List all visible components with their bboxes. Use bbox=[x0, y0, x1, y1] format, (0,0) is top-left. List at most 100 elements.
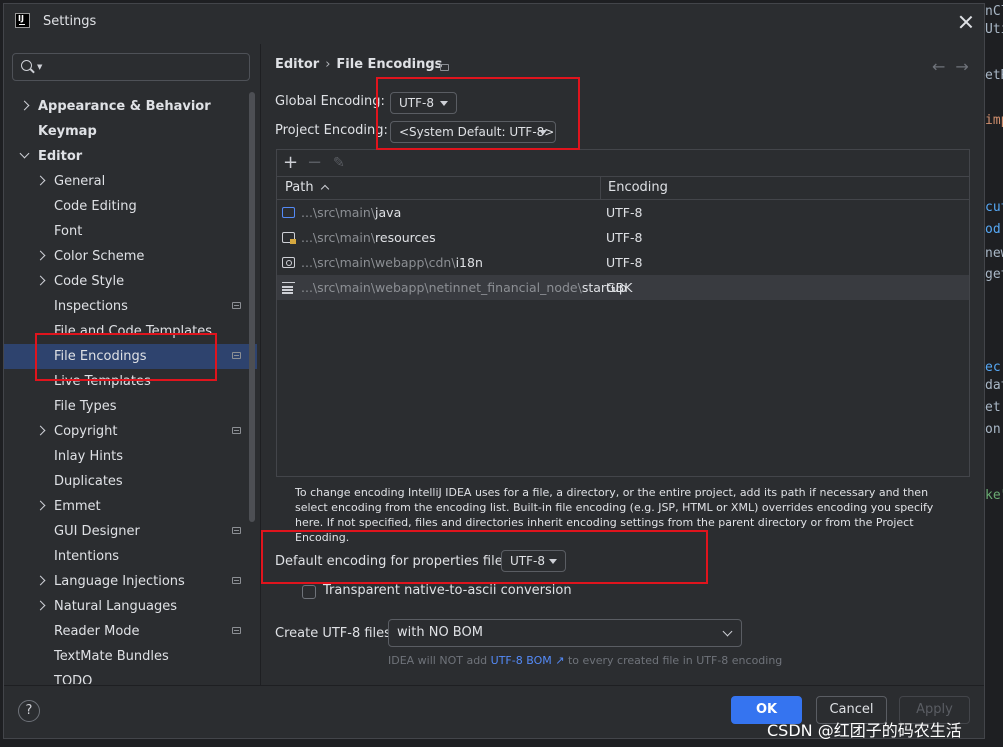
sidebar-item-label: Code Editing bbox=[54, 199, 137, 214]
utf8-bom-link[interactable]: UTF-8 BOM ↗ bbox=[491, 654, 565, 667]
navigation-arrows: ←→ bbox=[932, 57, 979, 76]
row-path: ...\src\main\webapp\netinnet_financial_n… bbox=[301, 275, 627, 300]
properties-encoding-dropdown[interactable]: UTF-8 bbox=[501, 550, 566, 572]
chevron-right-icon[interactable] bbox=[35, 275, 46, 286]
project-scope-icon bbox=[232, 527, 241, 534]
text-file-icon bbox=[282, 282, 295, 294]
dropdown-arrow-icon bbox=[549, 559, 557, 564]
chevron-right-icon[interactable] bbox=[35, 575, 46, 586]
table-row[interactable]: ...\src\main\java UTF-8 bbox=[277, 200, 969, 225]
sidebar-item-reader-mode[interactable]: Reader Mode bbox=[4, 619, 257, 644]
sidebar-item-todo[interactable]: TODO bbox=[4, 669, 257, 684]
help-button[interactable]: ? bbox=[18, 700, 40, 722]
table-row[interactable]: ...\src\main\webapp\cdn\i18n UTF-8 bbox=[277, 250, 969, 275]
sidebar-item-label: Color Scheme bbox=[54, 249, 145, 264]
forward-arrow-icon[interactable]: → bbox=[955, 57, 978, 76]
background-editor-strip: nClUtietR imp cutodnew getecdat etonke" bbox=[985, 0, 1003, 747]
project-scope-icon bbox=[232, 577, 241, 584]
sidebar-item-keymap[interactable]: Keymap bbox=[4, 119, 257, 144]
sidebar-item-gui-designer[interactable]: GUI Designer bbox=[4, 519, 257, 544]
table-row[interactable]: ...\src\main\webapp\netinnet_financial_n… bbox=[277, 275, 969, 300]
row-path-name: i18n bbox=[455, 255, 483, 270]
chevron-right-icon[interactable] bbox=[35, 500, 46, 511]
sidebar-item-editor[interactable]: Editor bbox=[4, 144, 257, 169]
project-encoding-label: Project Encoding: bbox=[275, 123, 388, 138]
sidebar-item-label: Editor bbox=[38, 149, 83, 164]
table-row[interactable]: ...\src\main\resources UTF-8 bbox=[277, 225, 969, 250]
native-to-ascii-checkbox[interactable] bbox=[302, 585, 316, 599]
splitter[interactable] bbox=[260, 44, 261, 686]
column-header-path-label: Path bbox=[285, 180, 314, 195]
sidebar-scrollbar[interactable] bbox=[249, 92, 255, 522]
folder-icon bbox=[282, 207, 295, 218]
chevron-right-icon[interactable] bbox=[19, 100, 30, 111]
sidebar-item-general[interactable]: General bbox=[4, 169, 257, 194]
sidebar-item-inlay-hints[interactable]: Inlay Hints bbox=[4, 444, 257, 469]
global-encoding-dropdown[interactable]: UTF-8 bbox=[390, 92, 457, 114]
close-icon[interactable] bbox=[957, 13, 975, 31]
chevron-right-icon[interactable] bbox=[35, 425, 46, 436]
settings-search-input[interactable]: ▼ bbox=[12, 53, 250, 81]
sidebar-item-label: TextMate Bundles bbox=[54, 649, 169, 664]
sidebar-item-appearance-behavior[interactable]: Appearance & Behavior bbox=[4, 94, 257, 119]
chevron-right-icon[interactable] bbox=[35, 250, 46, 261]
chevron-right-icon[interactable] bbox=[35, 175, 46, 186]
sidebar-item-label: Reader Mode bbox=[54, 624, 140, 639]
table-toolbar: + − ✎ bbox=[277, 150, 969, 176]
sidebar-item-code-style[interactable]: Code Style bbox=[4, 269, 257, 294]
remove-icon[interactable]: − bbox=[307, 154, 322, 172]
column-header-path[interactable]: Path bbox=[285, 177, 329, 199]
path-encoding-table: + − ✎ Path Encoding ...\src\main\java UTF… bbox=[276, 149, 970, 477]
row-encoding[interactable]: UTF-8 bbox=[606, 225, 642, 250]
row-path: ...\src\main\resources bbox=[301, 225, 436, 250]
sidebar-item-file-and-code-templates[interactable]: File and Code Templates bbox=[4, 319, 257, 344]
row-encoding[interactable]: GBK bbox=[606, 275, 632, 300]
edit-icon[interactable]: ✎ bbox=[333, 154, 345, 172]
row-path: ...\src\main\webapp\cdn\i18n bbox=[301, 250, 483, 275]
breadcrumb-parent[interactable]: Editor bbox=[275, 57, 319, 72]
sidebar-item-color-scheme[interactable]: Color Scheme bbox=[4, 244, 257, 269]
bom-dropdown[interactable]: with NO BOM bbox=[388, 619, 742, 647]
properties-encoding-label: Default encoding for properties files: bbox=[275, 554, 514, 569]
search-icon bbox=[21, 60, 32, 71]
sidebar-item-inspections[interactable]: Inspections bbox=[4, 294, 257, 319]
sidebar-item-emmet[interactable]: Emmet bbox=[4, 494, 257, 519]
sidebar-item-textmate-bundles[interactable]: TextMate Bundles bbox=[4, 644, 257, 669]
sidebar-item-file-encodings[interactable]: File Encodings bbox=[4, 344, 257, 369]
breadcrumb: Editor › File Encodings bbox=[275, 57, 443, 72]
resources-folder-icon bbox=[282, 232, 296, 244]
add-icon[interactable]: + bbox=[283, 154, 298, 172]
sidebar-item-label: Appearance & Behavior bbox=[38, 99, 211, 114]
column-header-encoding[interactable]: Encoding bbox=[608, 177, 668, 199]
project-scope-icon bbox=[440, 64, 449, 71]
chevron-right-icon[interactable] bbox=[35, 600, 46, 611]
properties-encoding-value: UTF-8 bbox=[510, 554, 545, 568]
sidebar-item-font[interactable]: Font bbox=[4, 219, 257, 244]
sidebar-item-language-injections[interactable]: Language Injections bbox=[4, 569, 257, 594]
sidebar-item-intentions[interactable]: Intentions bbox=[4, 544, 257, 569]
bom-note-text: IDEA will NOT add bbox=[388, 654, 488, 667]
sidebar-item-live-templates[interactable]: Live Templates bbox=[4, 369, 257, 394]
sidebar-item-label: TODO bbox=[54, 674, 93, 684]
native-to-ascii-label[interactable]: Transparent native-to-ascii conversion bbox=[323, 583, 572, 598]
bom-note: IDEA will NOT add UTF-8 BOM ↗ to every c… bbox=[388, 654, 782, 667]
web-folder-icon bbox=[282, 257, 295, 268]
sidebar-item-code-editing[interactable]: Code Editing bbox=[4, 194, 257, 219]
sidebar-item-duplicates[interactable]: Duplicates bbox=[4, 469, 257, 494]
breadcrumb-current: File Encodings bbox=[336, 57, 443, 72]
sidebar-item-copyright[interactable]: Copyright bbox=[4, 419, 257, 444]
back-arrow-icon[interactable]: ← bbox=[932, 57, 955, 76]
sidebar-item-label: Copyright bbox=[54, 424, 118, 439]
global-encoding-label: Global Encoding: bbox=[275, 94, 385, 109]
chevron-down-icon[interactable] bbox=[19, 148, 30, 159]
encoding-help-text: To change encoding IntelliJ IDEA uses fo… bbox=[295, 486, 934, 544]
sidebar-item-file-types[interactable]: File Types bbox=[4, 394, 257, 419]
project-scope-icon bbox=[232, 627, 241, 634]
sidebar-item-label: Font bbox=[54, 224, 83, 239]
row-path-prefix: ...\src\main\webapp\netinnet_financial_n… bbox=[301, 280, 582, 295]
row-encoding[interactable]: UTF-8 bbox=[606, 200, 642, 225]
sidebar-item-natural-languages[interactable]: Natural Languages bbox=[4, 594, 257, 619]
project-encoding-dropdown[interactable]: <System Default: UTF-8> bbox=[390, 121, 556, 143]
row-encoding[interactable]: UTF-8 bbox=[606, 250, 642, 275]
sidebar-item-label: File Types bbox=[54, 399, 117, 414]
